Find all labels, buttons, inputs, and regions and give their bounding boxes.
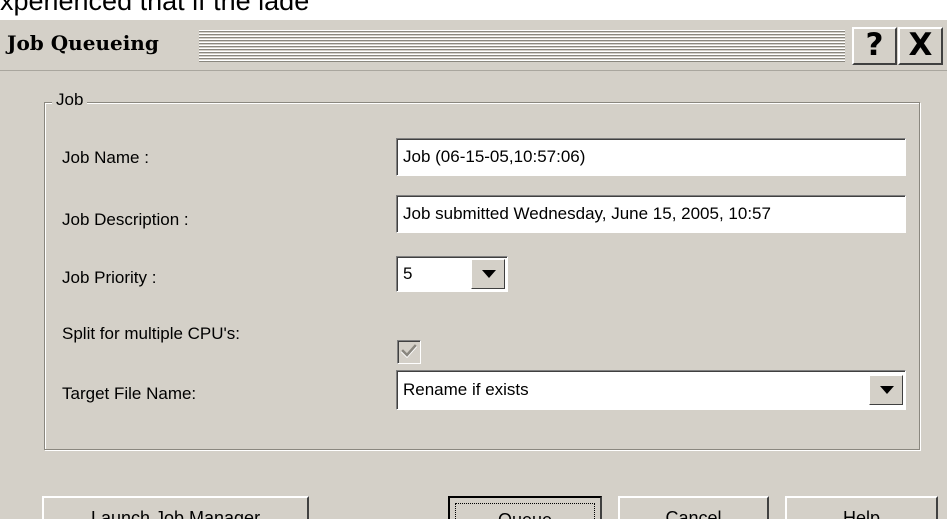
job-description-label: Job Description : [62, 210, 189, 229]
job-priority-value: 5 [403, 264, 413, 283]
target-file-value: Rename if exists [403, 380, 529, 399]
launch-mnemonic: L [90, 508, 101, 519]
help-button[interactable]: Help [785, 496, 938, 519]
target-file-label: Target File Name: [62, 384, 197, 403]
help-title-button[interactable]: ? [852, 27, 897, 65]
title-bar[interactable]: Job Queueing ? X [0, 20, 947, 71]
job-name-input[interactable]: Job (06-15-05,10:57:06) [396, 138, 906, 176]
launch-label-rest: aunch Job Manager [100, 508, 261, 519]
title-bar-grip [199, 30, 845, 62]
job-group-legend: Job [52, 90, 88, 110]
split-cpu-checkbox[interactable] [397, 340, 421, 364]
job-queueing-dialog: Job Queueing ? X Job Job Name : Job (06-… [0, 20, 947, 519]
chevron-down-icon [880, 386, 894, 394]
target-file-dropdown-button[interactable] [869, 375, 903, 405]
job-name-label: Job Name : [62, 148, 149, 167]
chevron-down-icon [482, 270, 496, 278]
job-priority-label: Job Priority : [62, 268, 157, 287]
dialog-title: Job Queueing [7, 31, 159, 55]
job-priority-dropdown-button[interactable] [471, 259, 505, 289]
background-text: xperienced that if the lade [0, 0, 310, 16]
queue-button[interactable]: Queue [448, 496, 602, 519]
target-file-select[interactable]: Rename if exists [396, 370, 906, 410]
checkmark-icon [400, 344, 418, 359]
launch-job-manager-button[interactable]: Launch Job Manager [42, 496, 309, 519]
queue-focus-ring: Queue [455, 503, 595, 519]
cancel-button[interactable]: Cancel [618, 496, 769, 519]
close-title-button[interactable]: X [898, 27, 943, 65]
job-priority-select[interactable]: 5 [396, 256, 508, 292]
split-cpu-label: Split for multiple CPU's: [62, 324, 241, 343]
queue-label-rest: ueue [512, 510, 552, 519]
queue-mnemonic: Q [498, 510, 512, 519]
job-description-input[interactable]: Job submitted Wednesday, June 15, 2005, … [396, 195, 906, 233]
